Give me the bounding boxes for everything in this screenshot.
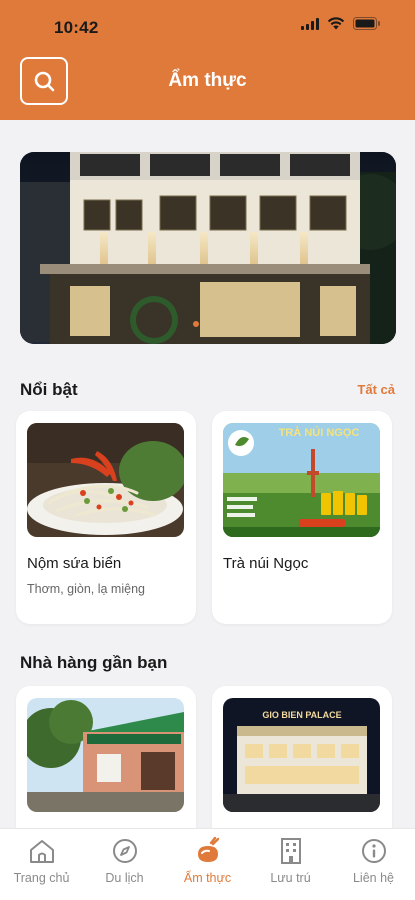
tab-label: Liên hệ bbox=[352, 871, 394, 885]
tab-lodging[interactable]: Lưu trú bbox=[249, 829, 332, 900]
card-title: Trà núi Ngọc bbox=[223, 555, 309, 572]
hero-banner-image[interactable] bbox=[20, 152, 396, 344]
nearby-card-2[interactable]: GIO BIEN PALACE bbox=[212, 686, 392, 846]
see-all-link[interactable]: Tất cả bbox=[357, 382, 395, 397]
tab-cuisine[interactable]: Ẩm thực bbox=[166, 829, 249, 900]
compass-icon bbox=[112, 839, 137, 863]
restaurant-sign: GIO BIEN PALACE bbox=[262, 710, 341, 720]
tab-label: Lưu trú bbox=[270, 871, 311, 885]
card-subtitle: Thơm, giòn, lạ miệng bbox=[27, 582, 145, 596]
bottom-tab-bar: Trang chủ Du lịch Ẩm thực Lưu trú Liên h… bbox=[0, 828, 415, 900]
page-title: Ẩm thực bbox=[168, 70, 247, 91]
signal-icon bbox=[301, 17, 319, 30]
jellyfish-salad-photo bbox=[27, 423, 184, 537]
featured-card-nom-sua[interactable]: Nộm sứa biển Thơm, giòn, lạ miệng bbox=[16, 411, 196, 624]
building-icon bbox=[280, 838, 301, 864]
card-title: Nộm sứa biển bbox=[27, 555, 122, 572]
tea-product-banner: TRÀ NÚI NGỌC bbox=[223, 423, 380, 537]
home-icon bbox=[29, 840, 54, 863]
tab-contact[interactable]: Liên hệ bbox=[332, 829, 415, 900]
tab-travel[interactable]: Du lịch bbox=[83, 829, 166, 900]
status-icons bbox=[301, 17, 381, 30]
tab-label: Du lịch bbox=[105, 871, 144, 885]
food-icon bbox=[197, 836, 219, 862]
nearby-section-title: Nhà hàng gần bạn bbox=[20, 653, 168, 672]
status-bar: 10:42 bbox=[0, 0, 415, 50]
restaurant-photo: GIO BIEN PALACE bbox=[223, 698, 380, 812]
hotel-photo bbox=[20, 152, 396, 344]
restaurant-photo bbox=[27, 698, 184, 812]
tab-label: Ẩm thực bbox=[183, 871, 232, 885]
battery-icon bbox=[353, 17, 380, 30]
nearby-card-1[interactable] bbox=[16, 686, 196, 846]
featured-section-title: Nổi bật bbox=[20, 380, 78, 399]
wifi-icon bbox=[327, 17, 345, 30]
tab-home[interactable]: Trang chủ bbox=[0, 829, 83, 900]
app-header: 10:42 Ẩm thực bbox=[0, 0, 415, 120]
tab-label: Trang chủ bbox=[13, 871, 70, 885]
featured-card-tra-nui-ngoc[interactable]: TRÀ NÚI NGỌC Trà núi Ngọc bbox=[212, 411, 392, 624]
tea-banner-title: TRÀ NÚI NGỌC bbox=[279, 426, 360, 439]
status-time: 10:42 bbox=[54, 18, 99, 37]
info-icon bbox=[361, 839, 386, 863]
